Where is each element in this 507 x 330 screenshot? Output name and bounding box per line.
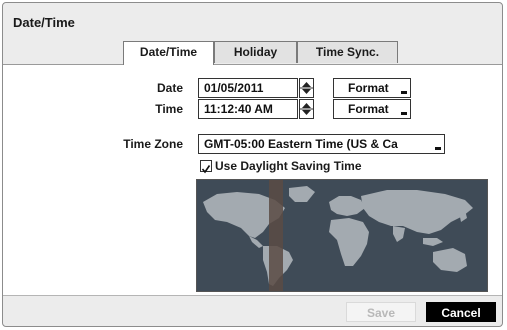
time-label: Time (155, 102, 183, 116)
save-button[interactable]: Save (346, 302, 416, 322)
world-map[interactable] (196, 179, 488, 292)
dropdown-caret-icon (401, 91, 407, 94)
date-field[interactable]: 01/05/2011 (198, 78, 298, 98)
title-bar: Date/Time (3, 3, 502, 39)
tab-date-time[interactable]: Date/Time (123, 41, 214, 65)
world-map-graphic (197, 180, 487, 291)
cancel-button[interactable]: Cancel (426, 302, 496, 322)
dialog-title: Date/Time (13, 15, 75, 30)
datetime-dialog: Date/Time Date/Time Holiday Time Sync. D… (2, 2, 503, 327)
dropdown-caret-icon (401, 112, 407, 115)
timezone-value: GMT-05:00 Eastern Time (US & Ca (204, 137, 398, 151)
dst-checkbox[interactable] (200, 160, 212, 174)
time-format-button[interactable]: Format (333, 99, 411, 119)
timezone-select[interactable]: GMT-05:00 Eastern Time (US & Ca (198, 134, 445, 154)
timezone-band (269, 180, 283, 291)
time-spinner[interactable] (299, 99, 314, 119)
spinner-arrows-icon (300, 82, 313, 94)
tab-bar: Date/Time Holiday Time Sync. (3, 39, 502, 65)
timezone-label: Time Zone (123, 137, 183, 151)
time-format-label: Format (348, 102, 389, 116)
spinner-arrows-icon (300, 103, 313, 115)
bottom-bar: Save Cancel (3, 295, 502, 326)
dst-label: Use Daylight Saving Time (215, 159, 362, 173)
date-spinner[interactable] (299, 78, 314, 98)
date-label: Date (156, 81, 183, 95)
date-format-label: Format (348, 81, 389, 95)
tab-time-sync[interactable]: Time Sync. (297, 41, 398, 63)
date-format-button[interactable]: Format (333, 78, 411, 98)
tab-holiday[interactable]: Holiday (214, 41, 297, 63)
time-field[interactable]: 11:12:40 AM (198, 99, 298, 119)
checkmark-icon (201, 165, 211, 174)
dropdown-caret-icon (435, 147, 441, 150)
